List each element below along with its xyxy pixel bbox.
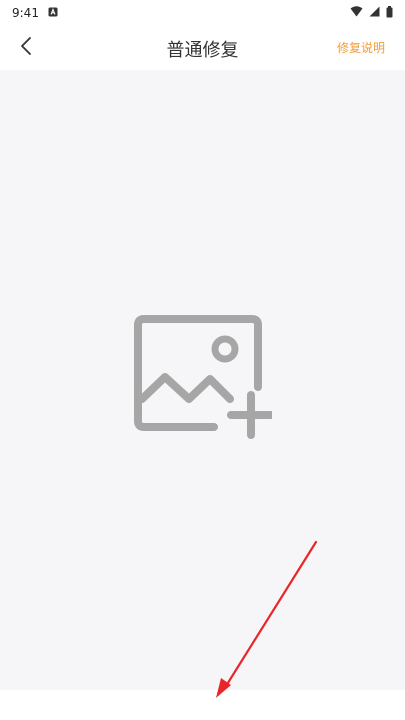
status-bar: 9:41 [0, 0, 405, 26]
signal-icon [369, 6, 380, 20]
image-add-icon [132, 315, 275, 447]
app-bar: 普通修复 修复说明 [0, 26, 405, 70]
battery-icon [386, 5, 393, 21]
bottom-area [0, 690, 405, 720]
a-notification-icon [48, 6, 58, 20]
screen: 9:41 普通修复 修复说明 [0, 0, 405, 720]
status-left: 9:41 [12, 6, 58, 20]
status-right [350, 5, 393, 21]
image-canvas[interactable] [0, 70, 405, 690]
wifi-icon [350, 6, 363, 20]
status-time: 9:41 [12, 6, 39, 20]
add-image-button[interactable] [132, 313, 275, 443]
repair-help-link[interactable]: 修复说明 [337, 39, 385, 56]
